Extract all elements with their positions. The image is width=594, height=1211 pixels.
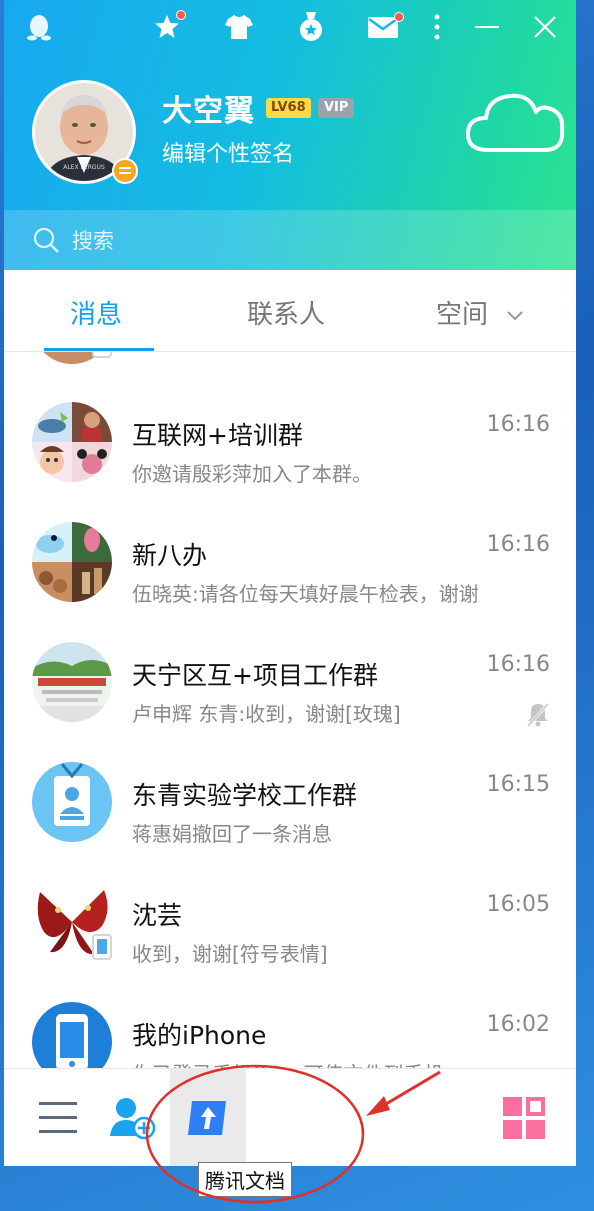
nickname[interactable]: 大空翼 bbox=[162, 86, 255, 130]
active-tab-indicator bbox=[44, 348, 154, 351]
weather-cloud-icon[interactable] bbox=[464, 84, 568, 162]
signature-edit[interactable]: 编辑个性签名 bbox=[162, 136, 294, 168]
add-contact-icon bbox=[110, 1098, 156, 1140]
mobile-device-icon bbox=[92, 934, 112, 960]
conversation-name: 沈芸 bbox=[132, 901, 183, 930]
contact-avatar bbox=[32, 882, 112, 962]
profile-header: ALEX FERGUS 大空翼 LV68 VIP 编辑个性签名 搜索 bbox=[4, 0, 576, 270]
notification-dot bbox=[176, 10, 186, 20]
mail-icon[interactable] bbox=[366, 10, 404, 44]
search-input[interactable]: 搜索 bbox=[4, 210, 576, 270]
app-grid-icon bbox=[503, 1097, 545, 1139]
mobile-device-icon bbox=[92, 352, 112, 358]
tab-messages[interactable]: 消息 bbox=[70, 294, 122, 331]
tencent-docs-button[interactable] bbox=[170, 1069, 246, 1166]
add-contact-button[interactable] bbox=[104, 1069, 160, 1166]
conversation-preview: 收到，谢谢[符号表情] bbox=[132, 942, 328, 966]
mute-bell-icon[interactable] bbox=[524, 700, 552, 732]
conversation-name: 东青实验学校工作群 bbox=[132, 781, 358, 810]
online-status-icon[interactable] bbox=[112, 158, 138, 184]
level-badge[interactable]: LV68 bbox=[266, 98, 311, 118]
tab-contacts[interactable]: 联系人 bbox=[247, 294, 325, 331]
avatar-caption: ALEX FERGUS bbox=[63, 164, 105, 171]
list-item[interactable]: 我的iPhone 16:02 你已登录手机QQ，可传文件到手机。 bbox=[4, 972, 576, 1068]
group-avatar bbox=[32, 522, 112, 602]
minimize-icon[interactable] bbox=[470, 10, 504, 44]
conversation-name: 天宁区互+项目工作群 bbox=[132, 661, 378, 690]
conversation-time: 16:05 bbox=[486, 892, 550, 917]
conversation-preview: 你邀请殷彩萍加入了本群。 bbox=[132, 462, 372, 486]
menu-icon bbox=[39, 1102, 77, 1133]
conversation-time: 16:02 bbox=[486, 1012, 550, 1037]
group-avatar bbox=[32, 402, 112, 482]
list-item[interactable]: 互联网+培训群 16:16 你邀请殷彩萍加入了本群。 bbox=[4, 372, 576, 492]
list-item[interactable]: 新八办 16:16 伍晓英:请各位每天填好晨午检表，谢谢 bbox=[4, 492, 576, 612]
app-manager-button[interactable] bbox=[498, 1069, 550, 1166]
conversation-name: 新八办 bbox=[132, 541, 208, 570]
main-tabs: 消息 联系人 空间 bbox=[4, 270, 576, 352]
group-avatar bbox=[32, 762, 112, 842]
conversation-name: 互联网+培训群 bbox=[132, 421, 303, 450]
search-icon bbox=[33, 227, 59, 253]
conversation-time: 16:15 bbox=[486, 772, 550, 797]
tencent-docs-icon bbox=[188, 1101, 226, 1135]
bottom-toolbar bbox=[4, 1068, 576, 1166]
more-vertical-icon[interactable] bbox=[420, 10, 454, 44]
conversation-preview: 蒋惠娟撤回了一条消息 bbox=[132, 822, 332, 846]
list-item[interactable]: 东青实验学校工作群 16:15 蒋惠娟撤回了一条消息 bbox=[4, 732, 576, 852]
conversation-preview: 你已登录手机QQ，可传文件到手机。 bbox=[132, 1058, 463, 1068]
conversation-name: 我的iPhone bbox=[132, 1021, 267, 1050]
conversation-time: 16:16 bbox=[486, 412, 550, 437]
tooltip: 腾讯文档 bbox=[198, 1162, 292, 1197]
medal-icon[interactable] bbox=[294, 10, 328, 44]
main-menu-button[interactable] bbox=[30, 1069, 86, 1166]
qq-main-window: ALEX FERGUS 大空翼 LV68 VIP 编辑个性签名 搜索 消息 联系… bbox=[4, 0, 576, 1166]
conversation-time: 16:16 bbox=[486, 652, 550, 677]
skin-shirt-icon[interactable] bbox=[222, 10, 256, 44]
star-icon[interactable] bbox=[150, 10, 186, 44]
list-item[interactable]: 沈芸 16:05 收到，谢谢[符号表情] bbox=[4, 852, 576, 972]
conversation-preview: 伍晓英:请各位每天填好晨午检表，谢谢 bbox=[132, 582, 479, 606]
list-item[interactable]: 天宁区互+项目工作群 16:16 卢申辉 东青:收到，谢谢[玫瑰] bbox=[4, 612, 576, 732]
chevron-down-icon bbox=[507, 310, 523, 320]
search-placeholder: 搜索 bbox=[72, 229, 114, 253]
tab-space-label: 空间 bbox=[436, 300, 489, 330]
user-avatar[interactable]: ALEX FERGUS bbox=[32, 80, 138, 184]
device-avatar bbox=[32, 1002, 112, 1068]
qq-penguin-icon[interactable] bbox=[22, 10, 56, 44]
vip-badge[interactable]: VIP bbox=[318, 98, 355, 118]
title-bar bbox=[4, 0, 576, 56]
notification-dot bbox=[394, 12, 404, 22]
conversation-list[interactable]: 互联网+培训群 16:16 你邀请殷彩萍加入了本群。 新八办 16:16 伍晓英… bbox=[4, 352, 576, 1068]
close-icon[interactable] bbox=[528, 10, 562, 44]
conversation-time: 16:16 bbox=[486, 532, 550, 557]
conversation-preview: 卢申辉 东青:收到，谢谢[玫瑰] bbox=[132, 702, 401, 726]
tab-space[interactable]: 空间 bbox=[436, 294, 524, 331]
group-avatar bbox=[32, 642, 112, 722]
list-item-partial[interactable] bbox=[32, 352, 112, 364]
